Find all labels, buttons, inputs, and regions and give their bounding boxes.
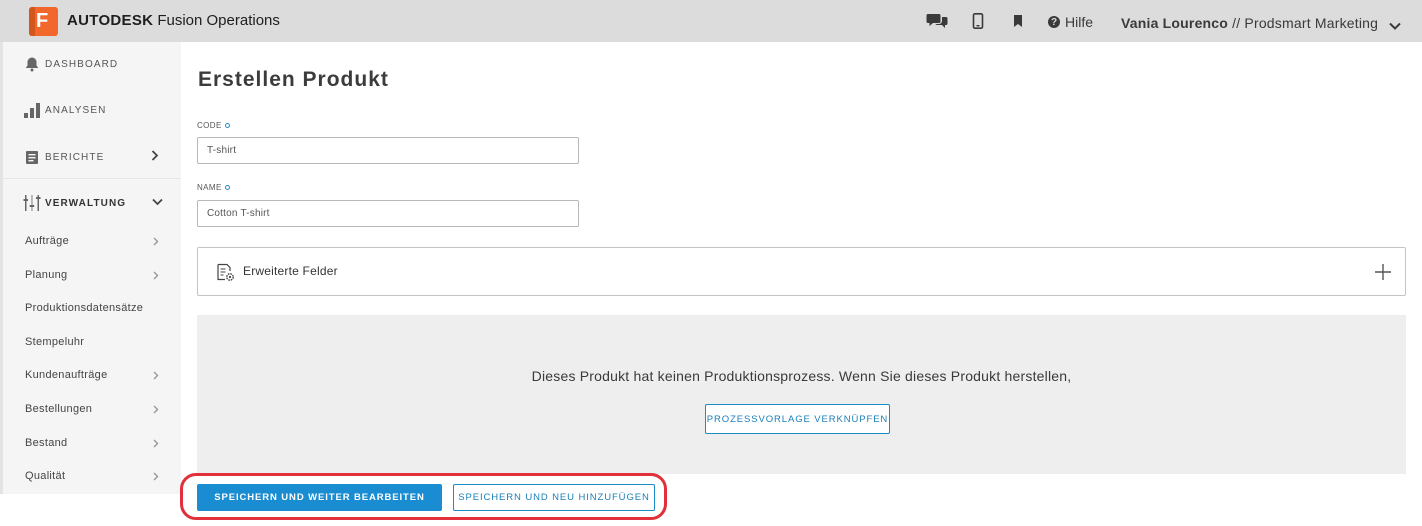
brand-product: Fusion Operations xyxy=(157,12,280,29)
sidebar-subitem-qualitaet[interactable]: Qualität xyxy=(25,466,165,486)
sidebar-subitem-label: Bestellungen xyxy=(25,403,93,415)
sidebar-item-label: DASHBOARD xyxy=(45,58,119,70)
chevron-right-icon xyxy=(153,472,159,484)
name-label: NAME xyxy=(197,183,230,192)
sidebar-subitem-planung[interactable]: Planung xyxy=(25,265,165,285)
sidebar-item-dashboard[interactable]: DASHBOARD xyxy=(0,44,181,84)
brand-bold: AUTODESK xyxy=(67,12,154,29)
page-title: Erstellen Produkt xyxy=(198,68,389,91)
sidebar-divider xyxy=(3,178,181,179)
sidebar-subitem-stempeluhr[interactable]: Stempeluhr xyxy=(25,332,165,352)
sidebar-subitem-auftraege[interactable]: Aufträge xyxy=(25,231,165,251)
sidebar-subitem-bestand[interactable]: Bestand xyxy=(25,433,165,453)
code-field-value: T-shirt xyxy=(207,145,237,156)
required-indicator-icon xyxy=(224,123,230,128)
chevron-down-icon[interactable] xyxy=(1389,17,1401,35)
report-icon xyxy=(23,148,41,166)
link-process-template-button[interactable]: PROZESSVORLAGE VERKNÜPFEN xyxy=(705,404,890,434)
chevron-right-icon xyxy=(153,439,159,451)
sidebar-subitem-kundenauftraege[interactable]: Kundenaufträge xyxy=(25,365,165,385)
sidebar-item-verwaltung[interactable]: VERWALTUNG xyxy=(0,183,181,223)
sidebar-subitem-label: Aufträge xyxy=(25,235,69,247)
chevron-right-icon xyxy=(151,150,159,164)
sidebar-subitem-label: Produktionsdatensätze xyxy=(25,302,144,314)
name-label-text: NAME xyxy=(197,183,222,192)
code-label: CODE xyxy=(197,121,230,130)
production-process-panel: Dieses Produkt hat keinen Produktionspro… xyxy=(197,315,1406,474)
advanced-fields-panel[interactable]: Erweiterte Felder xyxy=(197,247,1406,296)
autodesk-logo[interactable]: F xyxy=(29,7,58,36)
bell-icon xyxy=(23,55,41,73)
sidebar-subitem-label: Planung xyxy=(25,269,68,281)
top-bar: F AUTODESK Fusion Operations ? Hilfe Vani… xyxy=(0,0,1422,42)
sidebar-subitem-label: Bestand xyxy=(25,437,68,449)
sidebar-item-label: BERICHTE xyxy=(45,151,105,163)
name-field-value: Cotton T-shirt xyxy=(207,208,270,219)
workspace-name: Prodsmart Marketing xyxy=(1244,15,1379,31)
document-settings-icon xyxy=(216,263,235,287)
chevron-right-icon xyxy=(153,271,159,283)
sidebar-subitem-label: Stempeluhr xyxy=(25,336,85,348)
help-icon: ? xyxy=(1048,16,1060,28)
advanced-fields-label: Erweiterte Felder xyxy=(243,264,338,278)
code-field[interactable]: T-shirt xyxy=(197,137,579,164)
plus-icon[interactable] xyxy=(1374,263,1392,286)
bar-chart-icon xyxy=(23,101,41,119)
sidebar-subitem-bestellungen[interactable]: Bestellungen xyxy=(25,399,165,419)
required-indicator-icon xyxy=(224,185,230,190)
sidebar-subitem-label: Kundenaufträge xyxy=(25,369,108,381)
sidebar: DASHBOARD ANALYSEN BERICHTE VERWALTUNG A… xyxy=(0,42,181,494)
bookmark-icon[interactable] xyxy=(1012,12,1024,30)
help-link[interactable]: ? Hilfe xyxy=(1048,14,1093,30)
help-label: Hilfe xyxy=(1065,14,1094,30)
sliders-icon xyxy=(23,194,41,212)
code-label-text: CODE xyxy=(197,121,222,130)
app-title: AUTODESK Fusion Operations xyxy=(67,12,280,29)
sidebar-item-label: VERWALTUNG xyxy=(45,197,127,209)
mobile-icon[interactable] xyxy=(972,12,984,30)
user-name: Vania Lourenco xyxy=(1121,15,1229,31)
no-process-message: Dieses Produkt hat keinen Produktionspro… xyxy=(531,368,1072,384)
name-field[interactable]: Cotton T-shirt xyxy=(197,200,579,227)
sidebar-subitem-produktionsdatensaetze[interactable]: Produktionsdatensätze xyxy=(25,298,165,318)
sidebar-item-berichte[interactable]: BERICHTE xyxy=(0,137,181,177)
chevron-down-icon xyxy=(152,198,163,209)
user-menu[interactable]: Vania Lourenco // Prodsmart Marketing xyxy=(1121,15,1378,31)
chevron-right-icon xyxy=(153,405,159,417)
sidebar-item-analysen[interactable]: ANALYSEN xyxy=(0,90,181,130)
chevron-right-icon xyxy=(153,371,159,383)
chevron-right-icon xyxy=(153,237,159,249)
highlight-annotation xyxy=(180,473,667,520)
sidebar-subitem-label: Qualität xyxy=(25,470,66,482)
chat-icon[interactable] xyxy=(926,12,948,30)
user-separator: // xyxy=(1228,15,1245,31)
sidebar-item-label: ANALYSEN xyxy=(45,104,107,116)
